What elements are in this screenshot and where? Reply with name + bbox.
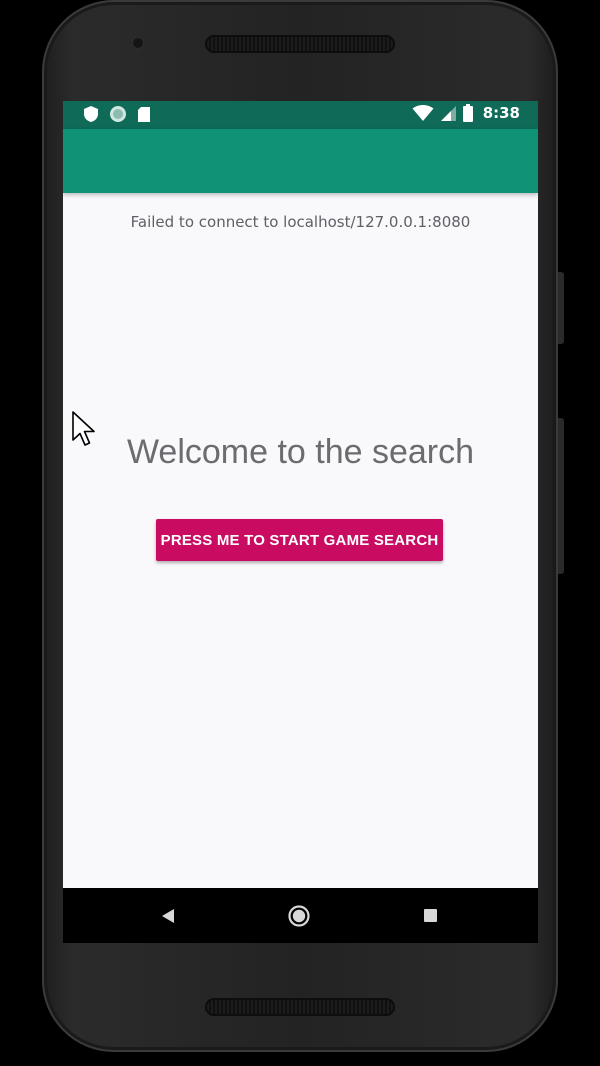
notification-icons	[83, 105, 151, 123]
welcome-title: Welcome to the search	[126, 433, 475, 471]
power-button	[558, 418, 564, 574]
recents-icon[interactable]	[424, 909, 437, 922]
wifi-icon	[412, 104, 434, 121]
shield-icon	[84, 106, 98, 122]
back-icon[interactable]	[161, 908, 175, 924]
top-speaker	[205, 35, 395, 53]
sd-card-icon	[138, 106, 150, 122]
start-game-search-button[interactable]: PRESS ME TO START GAME SEARCH	[156, 519, 443, 561]
status-time: 8:38	[482, 104, 520, 122]
bottom-speaker	[205, 998, 395, 1016]
app-bar	[63, 129, 538, 193]
sync-circle-icon	[110, 106, 126, 122]
system-icons: 8:38	[412, 104, 520, 122]
cell-signal-icon	[440, 105, 456, 121]
home-icon[interactable]	[288, 905, 310, 927]
mouse-pointer-icon	[72, 411, 95, 446]
front-camera	[131, 36, 145, 50]
connection-error-message: Failed to connect to localhost/127.0.0.1…	[130, 213, 471, 231]
phone-screen: 8:38 Failed to connect to localhost/127.…	[63, 101, 538, 943]
navigation-bar	[63, 888, 538, 943]
status-bar: 8:38	[63, 101, 538, 129]
battery-icon	[462, 104, 473, 122]
volume-button	[558, 272, 564, 344]
